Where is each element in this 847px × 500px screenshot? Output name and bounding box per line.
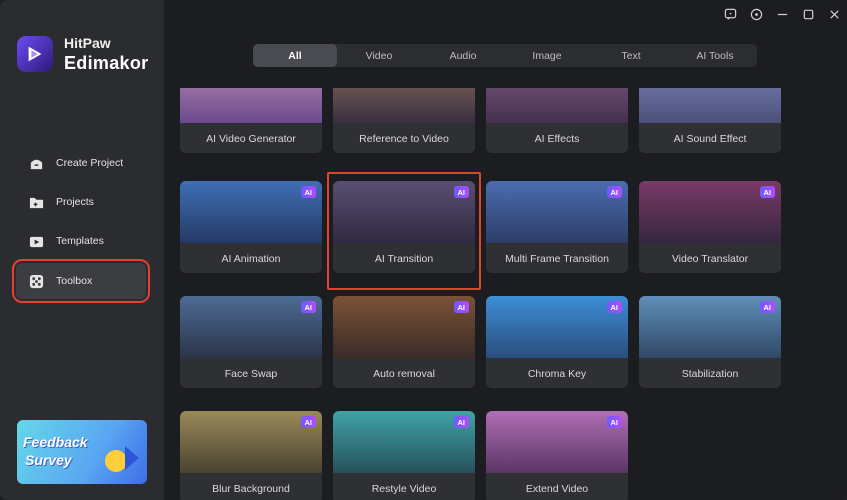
sidebar-item-label: Create Project (56, 157, 124, 169)
tool-card-label: AI Effects (486, 124, 628, 153)
tab-image[interactable]: Image (505, 44, 589, 67)
sidebar-item-templates[interactable]: Templates (16, 223, 146, 259)
toolbox-icon (28, 273, 44, 289)
tool-card-label: AI Sound Effect (639, 124, 781, 153)
tool-card-label: Restyle Video (333, 474, 475, 500)
survey-title: Survey (25, 452, 72, 468)
ai-badge: AI (606, 301, 622, 313)
folder-icon (28, 194, 44, 210)
tool-card[interactable]: AI AI Animation (180, 181, 322, 273)
tool-card[interactable]: Reference to Video (333, 88, 475, 153)
templates-icon (28, 233, 44, 249)
tool-card[interactable]: AI Stabilization (639, 296, 781, 388)
ai-badge: AI (606, 186, 622, 198)
feedback-icon[interactable] (717, 0, 743, 28)
tool-card[interactable]: AI Video Generator (180, 88, 322, 153)
tool-card[interactable]: AI Restyle Video (333, 411, 475, 500)
category-tabs: All Video Audio Image Text AI Tools (253, 44, 757, 67)
tool-card-label: AI Video Generator (180, 124, 322, 153)
tab-audio[interactable]: Audio (421, 44, 505, 67)
main-panel: All Video Audio Image Text AI Tools AI V… (164, 0, 847, 500)
tab-all[interactable]: All (253, 44, 337, 67)
sidebar-item-label: Templates (56, 235, 104, 247)
tool-card[interactable]: AI Face Swap (180, 296, 322, 388)
maximize-icon[interactable] (795, 0, 821, 28)
tool-card-label: Reference to Video (333, 124, 475, 153)
tool-card-label: Video Translator (639, 244, 781, 273)
feedback-title: Feedback (23, 434, 88, 450)
tool-card[interactable]: AI Auto removal (333, 296, 475, 388)
tab-video[interactable]: Video (337, 44, 421, 67)
ai-badge: AI (453, 416, 469, 428)
feedback-survey-banner[interactable]: Feedback Survey (17, 420, 147, 484)
close-icon[interactable] (821, 0, 847, 28)
tool-card[interactable]: AI Video Translator (639, 181, 781, 273)
tool-card-label: AI Transition (333, 244, 475, 273)
tool-card-label: Auto removal (333, 359, 475, 388)
tool-card-label: Blur Background (180, 474, 322, 500)
tool-thumbnail (486, 88, 628, 123)
tool-card-label: AI Animation (180, 244, 322, 273)
tool-card[interactable]: AI Extend Video (486, 411, 628, 500)
create-project-icon (28, 155, 44, 171)
sidebar-item-toolbox[interactable]: Toolbox (12, 259, 150, 303)
tool-thumbnail (639, 88, 781, 123)
sidebar-item-label: Toolbox (56, 275, 93, 287)
ai-badge: AI (759, 301, 775, 313)
sidebar: HitPaw Edimakor Create Project Projects … (0, 0, 164, 500)
tool-thumbnail (180, 88, 322, 123)
sidebar-item-label: Projects (56, 196, 94, 208)
tool-card-label: Face Swap (180, 359, 322, 388)
app-window: HitPaw Edimakor Create Project Projects … (0, 0, 847, 500)
brand-product: Edimakor (64, 53, 149, 73)
tool-card[interactable]: AI Chroma Key (486, 296, 628, 388)
tool-card-label: Chroma Key (486, 359, 628, 388)
smiley-emoji-icon (105, 450, 127, 472)
tab-text[interactable]: Text (589, 44, 673, 67)
tool-card[interactable]: AI Effects (486, 88, 628, 153)
tool-card-label: Stabilization (639, 359, 781, 388)
tool-card[interactable]: AI Multi Frame Transition (486, 181, 628, 273)
sidebar-item-projects[interactable]: Projects (16, 184, 146, 220)
ai-badge: AI (759, 186, 775, 198)
paper-plane-icon (125, 446, 139, 470)
ai-badge: AI (606, 416, 622, 428)
tab-ai-tools[interactable]: AI Tools (673, 44, 757, 67)
ai-badge: AI (453, 186, 469, 198)
ai-badge: AI (453, 301, 469, 313)
ai-badge: AI (300, 186, 316, 198)
tool-card-label: Multi Frame Transition (486, 244, 628, 273)
tool-grid: AI Video Generator Reference to Video AI E… (180, 88, 792, 500)
ai-badge: AI (300, 301, 316, 313)
tool-thumbnail (333, 88, 475, 123)
minimize-icon[interactable] (769, 0, 795, 28)
info-icon[interactable] (743, 0, 769, 28)
edimakor-logo-icon (17, 36, 53, 72)
sidebar-item-create-project[interactable]: Create Project (16, 145, 146, 181)
tool-card[interactable]: AI AI Transition (333, 181, 475, 273)
tool-card[interactable]: AI Sound Effect (639, 88, 781, 153)
ai-badge: AI (300, 416, 316, 428)
tool-card-label: Extend Video (486, 474, 628, 500)
brand-company: HitPaw (64, 35, 111, 51)
window-controls (717, 0, 847, 28)
tool-card[interactable]: AI Blur Background (180, 411, 322, 500)
